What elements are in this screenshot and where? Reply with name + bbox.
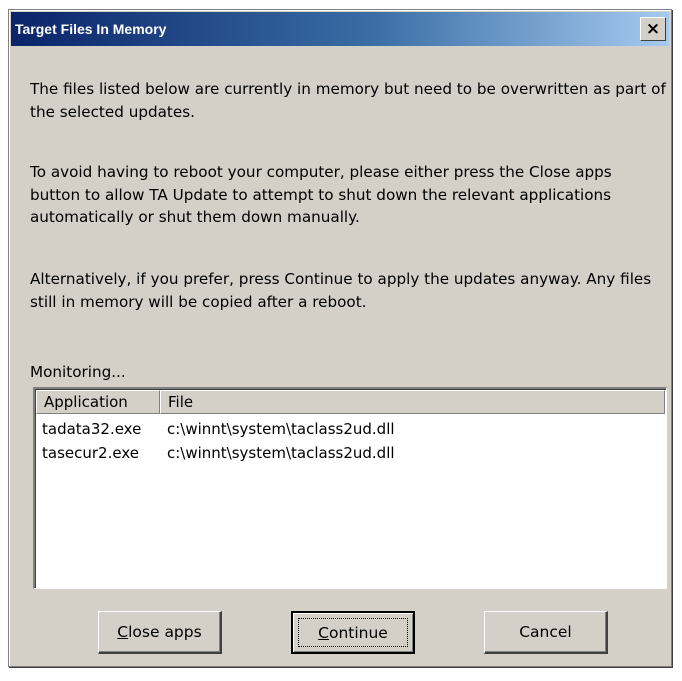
cell-application: tasecur2.exe bbox=[42, 444, 139, 462]
cell-file: c:\winnt\system\taclass2ud.dll bbox=[167, 420, 395, 438]
files-list[interactable]: Application File tadata32.exe c:\winnt\s… bbox=[33, 387, 667, 589]
table-row[interactable]: tadata32.exe c:\winnt\system\taclass2ud.… bbox=[36, 418, 665, 440]
description-paragraph-3: Alternatively, if you prefer, press Cont… bbox=[30, 270, 652, 311]
column-header-file[interactable]: File bbox=[160, 390, 665, 414]
cancel-button[interactable]: Cancel bbox=[484, 611, 608, 654]
continue-mnemonic: C bbox=[318, 623, 329, 642]
cell-application: tadata32.exe bbox=[42, 420, 142, 438]
close-apps-button[interactable]: Close apps bbox=[98, 611, 222, 654]
description-paragraph-1: The files listed below are currently in … bbox=[30, 80, 666, 121]
close-apps-label: Close apps bbox=[117, 623, 201, 641]
status-label: Monitoring... bbox=[30, 363, 126, 381]
list-header: Application File bbox=[36, 390, 665, 414]
window-title: Target Files In Memory bbox=[15, 21, 167, 37]
close-apps-mnemonic: C bbox=[117, 623, 129, 641]
close-icon[interactable]: × bbox=[640, 17, 666, 41]
continue-button[interactable]: Continue bbox=[291, 611, 415, 654]
dialog-window: Target Files In Memory × The files liste… bbox=[8, 9, 672, 667]
table-row[interactable]: tasecur2.exe c:\winnt\system\taclass2ud.… bbox=[36, 442, 665, 464]
cell-file: c:\winnt\system\taclass2ud.dll bbox=[167, 444, 395, 462]
cancel-label: Cancel bbox=[519, 623, 572, 641]
title-bar[interactable]: Target Files In Memory × bbox=[11, 12, 669, 46]
description-paragraph-2: To avoid having to reboot your computer,… bbox=[30, 163, 612, 226]
close-apps-label-rest: lose apps bbox=[128, 623, 202, 641]
column-header-application[interactable]: Application bbox=[36, 390, 160, 414]
continue-label-rest: ontinue bbox=[328, 623, 388, 642]
continue-label: Continue bbox=[318, 624, 388, 642]
